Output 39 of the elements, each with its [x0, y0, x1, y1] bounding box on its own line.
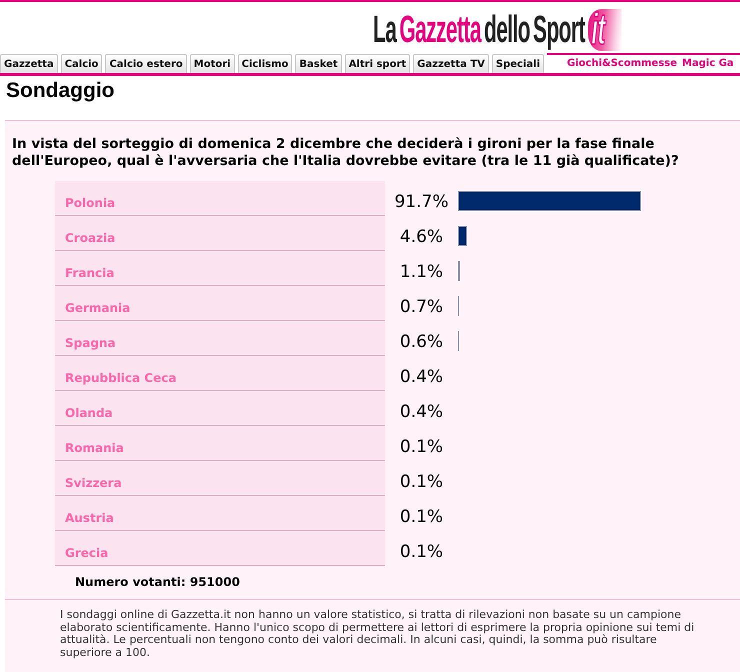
poll-question: In vista del sorteggio di domenica 2 dicembre che deciderà i gironi per la fase finale dell'Europeo, qual è l'avversaria che l'Italia dovrebbe evitare (tra le 11 già qualificate)?	[12, 136, 680, 170]
category-label: Germania	[65, 301, 130, 315]
nav-tab[interactable]: Calcio estero	[105, 54, 187, 73]
nav-tab[interactable]: Calcio	[60, 54, 102, 73]
voters-count: Numero votanti: 951000	[75, 575, 240, 590]
nav-tab[interactable]: Ciclismo	[238, 54, 292, 73]
category-label: Spagna	[65, 336, 116, 350]
value-label: 4.6%	[400, 227, 444, 247]
value-label: 0.7%	[400, 297, 444, 317]
nav-link[interactable]: Magic Ga	[682, 57, 734, 71]
value-label: 0.1%	[400, 507, 444, 527]
value-label: 0.4%	[400, 402, 444, 422]
value-label: 1.1%	[400, 262, 444, 282]
value-label: 0.6%	[400, 332, 444, 352]
disclaimer-text: I sondaggi online di Gazzetta.it non hanno un valore statistico, si tratta di rilevazioni non basate su un campione elaborato scientificamente. Hanno l'unico scopo di permettere ai lettori di esprimere la propria opinione sui temi di attualità. Le percentuali non tengono conto dei valori decimali. In alcuni casi, quindi, la somma può risultare superiore a 100.	[60, 609, 696, 659]
nav-tab[interactable]: Gazzetta	[0, 54, 58, 73]
nav-tab[interactable]: Gazzetta TV	[413, 54, 489, 73]
category-label: Romania	[65, 441, 124, 455]
page-title: Sondaggio	[6, 79, 114, 103]
category-label: Polonia	[65, 196, 116, 210]
value-label: 0.1%	[400, 472, 444, 492]
value-label: 0.4%	[400, 367, 444, 387]
nav-tab[interactable]: Basket	[295, 54, 342, 73]
category-label: Svizzera	[65, 476, 122, 490]
category-label: Olanda	[65, 406, 113, 420]
nav-tab[interactable]: Speciali	[492, 54, 544, 73]
value-label: 91.7%	[394, 192, 448, 212]
category-label: Croazia	[65, 231, 116, 245]
result-bar	[458, 226, 467, 246]
site-logo[interactable]: LaGazzettadello Sportit	[373, 9, 622, 51]
category-label: Grecia	[65, 546, 108, 560]
nav-link[interactable]: Giochi&Scommesse	[567, 57, 678, 71]
nav-tab[interactable]: Altri sport	[344, 54, 410, 73]
category-label: Repubblica Ceca	[65, 371, 176, 385]
value-label: 0.1%	[400, 437, 444, 457]
category-label: Francia	[65, 266, 114, 280]
category-label: Austria	[65, 511, 114, 525]
value-label: 0.1%	[400, 542, 444, 562]
nav-tab[interactable]: Motori	[190, 54, 235, 73]
